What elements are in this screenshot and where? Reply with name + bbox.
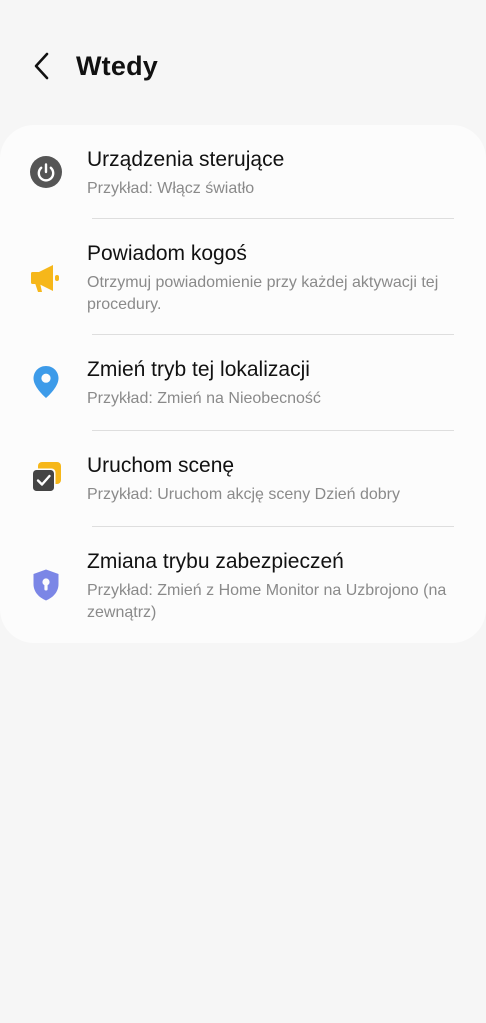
scene-icon	[26, 457, 66, 497]
action-item-control-devices[interactable]: Urządzenia sterujące Przykład: Włącz świ…	[0, 125, 486, 219]
security-shield-icon	[26, 565, 66, 605]
action-item-run-scene[interactable]: Uruchom scenę Przykład: Uruchom akcję sc…	[0, 431, 486, 527]
actions-list: Urządzenia sterujące Przykład: Włącz świ…	[0, 125, 486, 643]
action-item-change-security-mode[interactable]: Zmiana trybu zabezpieczeń Przykład: Zmie…	[0, 527, 486, 643]
chevron-left-icon	[34, 52, 49, 80]
action-item-title: Urządzenia sterujące	[87, 148, 285, 171]
page-title: Wtedy	[76, 51, 158, 81]
action-item-title: Uruchom scenę	[87, 454, 235, 477]
action-item-title: Zmień tryb tej lokalizacji	[87, 358, 310, 381]
app-header: Wtedy	[0, 0, 486, 124]
power-icon	[26, 152, 66, 192]
action-item-subtitle: Otrzymuj powiadomienie przy każdej aktyw…	[87, 274, 439, 313]
action-item-notify-someone[interactable]: Powiadom kogoś Otrzymuj powiadomienie pr…	[0, 219, 486, 335]
action-item-subtitle: Przykład: Zmień na Nieobecność	[87, 390, 321, 407]
back-button[interactable]	[22, 46, 62, 86]
location-pin-icon	[26, 362, 66, 402]
action-item-subtitle: Przykład: Zmień z Home Monitor na Uzbroj…	[87, 582, 447, 621]
megaphone-icon	[26, 259, 66, 299]
action-item-title: Zmiana trybu zabezpieczeń	[87, 550, 344, 573]
action-item-title: Powiadom kogoś	[87, 242, 247, 265]
action-item-subtitle: Przykład: Uruchom akcję sceny Dzień dobr…	[87, 486, 401, 503]
action-item-subtitle: Przykład: Włącz światło	[87, 180, 255, 197]
action-item-change-location-mode[interactable]: Zmień tryb tej lokalizacji Przykład: Zmi…	[0, 335, 486, 431]
